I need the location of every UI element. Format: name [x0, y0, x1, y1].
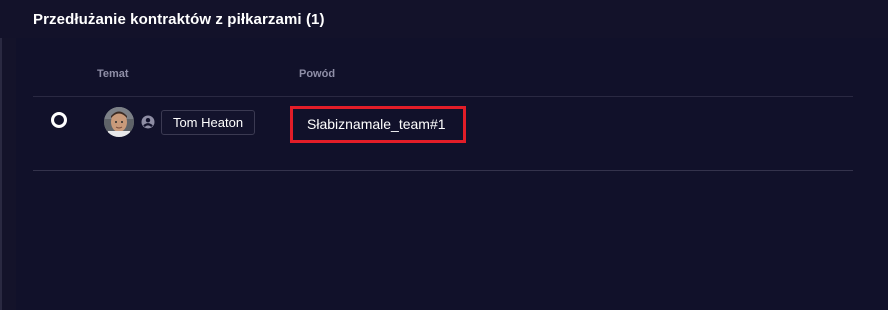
- player-avatar: [104, 107, 134, 137]
- app-frame: Przedłużanie kontraktów z piłkarzami (1)…: [0, 0, 888, 310]
- player-name-chip[interactable]: Tom Heaton: [161, 110, 255, 135]
- window-edge: [0, 0, 2, 310]
- radio-button-icon[interactable]: [51, 112, 67, 128]
- reason-text: Słabiznamale_team#1: [307, 116, 446, 132]
- header-divider: [33, 96, 853, 97]
- section-title: Przedłużanie kontraktów z piłkarzami (1): [33, 11, 325, 28]
- column-header-reason: Powód: [299, 68, 336, 80]
- contracts-card: [16, 38, 888, 310]
- person-icon: [141, 115, 155, 129]
- reason-highlight-box: Słabiznamale_team#1: [290, 106, 466, 143]
- column-header-topic: Temat: [97, 68, 129, 80]
- table-bottom-divider: [33, 170, 853, 171]
